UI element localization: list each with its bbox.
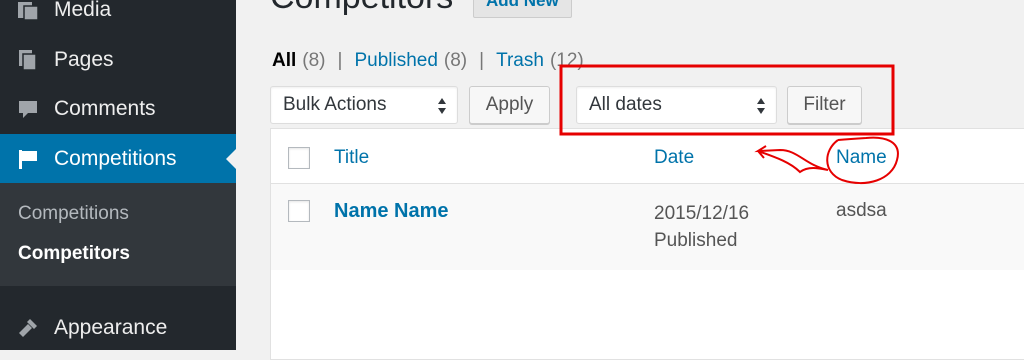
filter-button[interactable]: Filter [787,86,862,124]
submenu-item-competitions[interactable]: Competitions [18,203,129,225]
admin-sidebar: Media Pages Comments Competitions Compet… [0,0,236,350]
sidebar-item-label: Media [54,0,112,21]
row-status: Published [654,230,738,251]
add-new-button[interactable]: Add New [473,0,572,18]
table-row: Name Name 2015/12/16 Published asdsa [271,184,1024,270]
column-header-title[interactable]: Title [334,147,369,169]
pages-icon [14,46,42,74]
sidebar-item-comments[interactable]: Comments [0,85,236,133]
sidebar-item-media[interactable]: Media [0,0,236,34]
submenu-item-competitors[interactable]: Competitors [18,243,130,265]
sidebar-item-label: Competitions [54,146,177,170]
view-filters: All (8) | Published (8) | Trash (12) [272,50,584,72]
sidebar-item-competitions[interactable]: Competitions [0,134,236,183]
row-date-value: 2015/12/16 [654,203,750,224]
table-header: Title Date Name [271,129,1024,184]
sidebar-item-appearance[interactable]: Appearance [0,304,236,352]
main-content: Competitors Add New All (8) | Published … [236,0,1024,360]
row-date: 2015/12/16 Published [654,200,749,254]
view-trash-count: (12) [549,50,584,71]
view-published-count: (8) [443,50,468,71]
comments-icon [14,95,42,123]
posts-table: Title Date Name Name Name 2015/12/16 Pub… [270,128,1024,360]
view-all-count: (8) [302,50,326,71]
select-arrows-icon [757,98,765,114]
view-all-link[interactable]: All [272,50,296,72]
view-published-link[interactable]: Published [354,50,437,72]
apply-button[interactable]: Apply [469,86,550,124]
select-arrows-icon [438,98,446,114]
date-filter-value: All dates [589,94,662,115]
sidebar-item-label: Comments [54,97,156,120]
page-title: Competitors [270,0,453,17]
row-title-link[interactable]: Name Name [334,200,449,223]
separator: | [479,50,485,71]
sidebar-item-pages[interactable]: Pages [0,36,236,84]
sidebar-item-label: Pages [54,48,114,71]
media-icon [14,0,42,24]
appearance-icon [14,314,42,342]
sidebar-item-label: Appearance [54,316,168,339]
sidebar-submenu: Competitions Competitors [0,183,236,286]
bulk-actions-select[interactable]: Bulk Actions [270,86,458,124]
separator: | [337,50,343,71]
row-name: asdsa [836,200,887,221]
column-header-name[interactable]: Name [836,147,887,169]
flag-icon [14,145,42,173]
row-checkbox[interactable] [288,200,310,222]
view-trash-link[interactable]: Trash [496,50,544,72]
select-all-checkbox[interactable] [288,147,310,169]
bulk-actions-value: Bulk Actions [283,94,387,115]
date-filter-select[interactable]: All dates [576,86,777,124]
column-header-date[interactable]: Date [654,147,694,169]
